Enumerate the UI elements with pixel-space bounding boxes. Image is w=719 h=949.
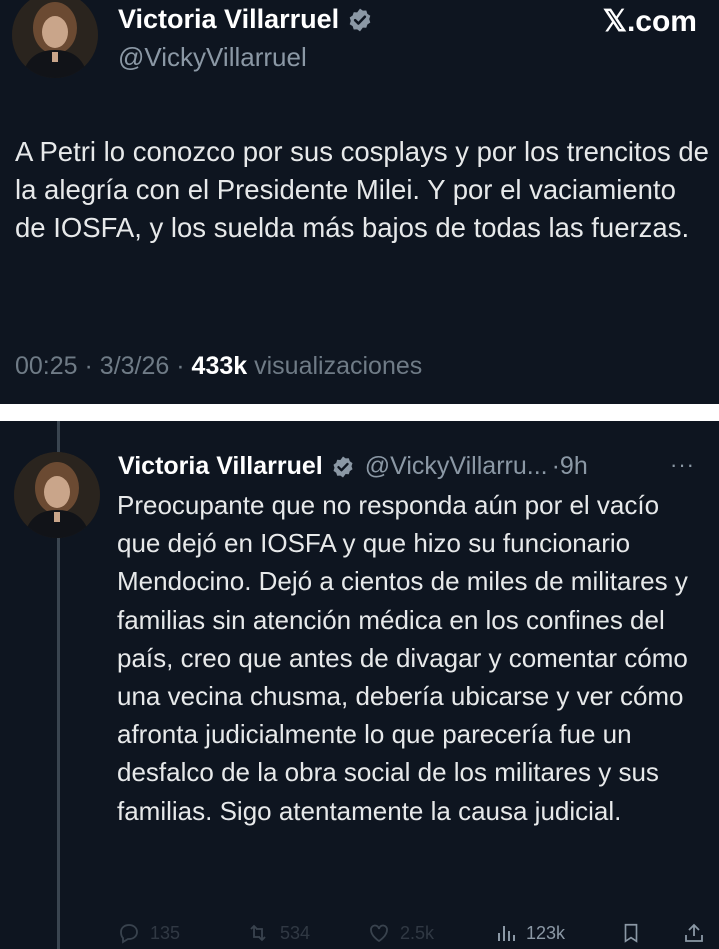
tweet-time[interactable]: 00:25 bbox=[15, 352, 78, 380]
reply-author-avatar[interactable] bbox=[14, 452, 100, 538]
views-button[interactable]: 123k bbox=[494, 921, 565, 945]
avatar-portrait bbox=[12, 0, 98, 78]
reply-text: Preocupante que no responda aún por el v… bbox=[117, 490, 688, 826]
reply-author-row: Victoria Villarruel @VickyVillarru... · … bbox=[118, 452, 588, 481]
avatar-portrait bbox=[14, 452, 100, 538]
main-tweet: Victoria Villarruel @VickyVillarruel 𝕏.c… bbox=[0, 0, 719, 404]
reply-author-name[interactable]: Victoria Villarruel bbox=[118, 452, 323, 481]
more-icon[interactable]: ··· bbox=[670, 452, 695, 478]
like-icon bbox=[366, 921, 392, 945]
retweet-count: 534 bbox=[280, 922, 311, 943]
share-icon bbox=[682, 921, 706, 945]
share-button[interactable] bbox=[682, 921, 706, 945]
views-label: visualizaciones bbox=[254, 352, 423, 380]
views-icon bbox=[494, 921, 518, 945]
tweet-text: A Petri lo conozco por sus cosplays y po… bbox=[15, 136, 709, 243]
author-name-row: Victoria Villarruel bbox=[118, 4, 373, 35]
action-bar: 135 534 2.5k 123k bbox=[112, 918, 712, 948]
reply-button[interactable]: 135 bbox=[116, 921, 180, 945]
reply-time[interactable]: 9h bbox=[560, 452, 588, 481]
reply-count: 135 bbox=[150, 922, 181, 943]
tweet-date[interactable]: 3/3/26 bbox=[100, 352, 170, 380]
retweet-button[interactable]: 534 bbox=[244, 921, 310, 945]
like-count: 2.5k bbox=[400, 922, 435, 943]
meta-separator: · bbox=[84, 352, 93, 380]
verified-badge-icon bbox=[331, 455, 355, 479]
bookmark-button[interactable] bbox=[620, 921, 642, 945]
author-name[interactable]: Victoria Villarruel bbox=[118, 4, 339, 35]
author-handle[interactable]: @VickyVillarruel bbox=[118, 42, 307, 73]
reply-tweet: Victoria Villarruel @VickyVillarru... · … bbox=[0, 421, 719, 949]
retweet-icon bbox=[244, 921, 272, 945]
author-avatar[interactable] bbox=[12, 0, 98, 78]
like-button[interactable]: 2.5k bbox=[366, 921, 434, 945]
views-count: 123k bbox=[526, 922, 566, 943]
x-logo: 𝕏.com bbox=[602, 5, 697, 38]
views-count: 433k bbox=[191, 352, 248, 380]
meta-separator: · bbox=[551, 452, 560, 480]
meta-separator: · bbox=[176, 352, 185, 380]
verified-badge-icon bbox=[347, 7, 373, 33]
tweet-meta: 00:25 · 3/3/26 · 433k visualizaciones bbox=[15, 352, 422, 381]
reply-author-handle[interactable]: @VickyVillarru... bbox=[365, 452, 548, 481]
reply-icon bbox=[116, 921, 142, 945]
bookmark-icon bbox=[620, 921, 642, 945]
